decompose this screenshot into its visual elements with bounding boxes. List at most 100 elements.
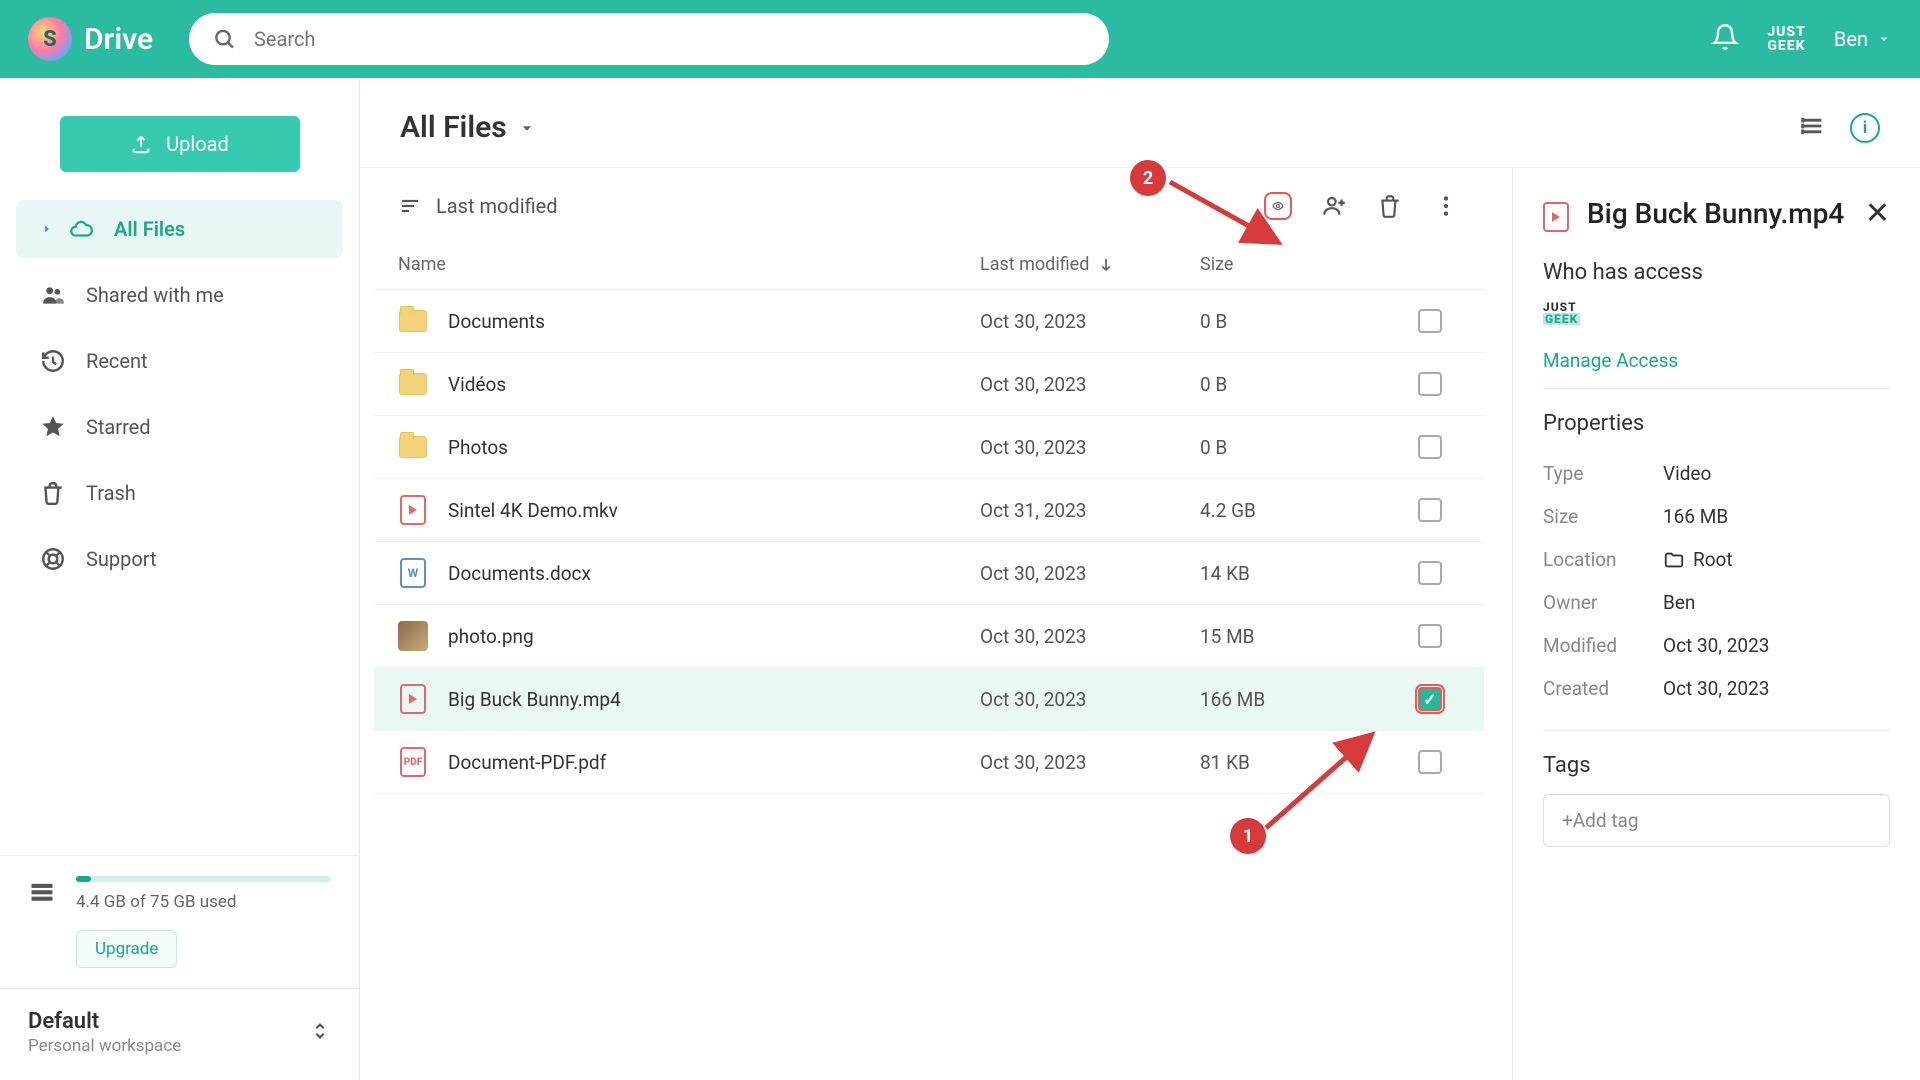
upload-button[interactable]: Upload	[60, 116, 300, 172]
folder-icon	[399, 310, 427, 332]
storage-section: 4.4 GB of 75 GB used Upgrade	[0, 855, 359, 988]
file-modified: Oct 30, 2023	[980, 310, 1200, 333]
manage-access-link[interactable]: Manage Access	[1543, 349, 1890, 372]
file-modified: Oct 30, 2023	[980, 688, 1200, 711]
file-size: 0 B	[1200, 310, 1400, 333]
notifications-button[interactable]	[1711, 23, 1739, 55]
close-button[interactable]: ✕	[1865, 196, 1890, 231]
breadcrumb[interactable]: All Files	[400, 110, 537, 145]
user-menu[interactable]: Ben	[1834, 27, 1892, 51]
breadcrumb-label: All Files	[400, 110, 507, 145]
nav-label: Shared with me	[86, 283, 224, 307]
view-list-button[interactable]	[1798, 112, 1826, 144]
star-icon	[40, 414, 66, 440]
video-icon	[400, 495, 426, 525]
file-name: Documents	[448, 310, 545, 333]
file-size: 0 B	[1200, 373, 1400, 396]
trash-icon	[40, 480, 66, 506]
delete-button[interactable]	[1376, 192, 1404, 220]
folder-icon	[1663, 549, 1685, 571]
file-modified: Oct 31, 2023	[980, 499, 1200, 522]
nav-recent[interactable]: Recent	[16, 332, 343, 390]
table-row[interactable]: Documents Oct 30, 20230 B	[374, 290, 1484, 353]
workspace-sub: Personal workspace	[28, 1036, 309, 1056]
row-checkbox[interactable]	[1418, 687, 1442, 711]
row-checkbox[interactable]	[1418, 309, 1442, 333]
lifebuoy-icon	[40, 546, 66, 572]
logo[interactable]: S Drive	[28, 17, 153, 61]
table-row[interactable]: Photos Oct 30, 20230 B	[374, 416, 1484, 479]
row-checkbox[interactable]	[1418, 561, 1442, 585]
file-size: 166 MB	[1200, 688, 1400, 711]
row-checkbox[interactable]	[1418, 624, 1442, 648]
search-input[interactable]	[254, 27, 1085, 51]
table-row[interactable]: PDFDocument-PDF.pdfOct 30, 202381 KB	[374, 731, 1484, 794]
prop-owner: Ben	[1663, 591, 1695, 614]
share-button[interactable]	[1320, 192, 1348, 220]
row-checkbox[interactable]	[1418, 750, 1442, 774]
table-row[interactable]: photo.pngOct 30, 202315 MB	[374, 605, 1484, 668]
prop-location[interactable]: Root	[1663, 548, 1733, 571]
col-size[interactable]: Size	[1200, 254, 1400, 275]
preview-button[interactable]	[1264, 192, 1292, 220]
file-size: 4.2 GB	[1200, 499, 1400, 522]
sort-button[interactable]: Last modified	[398, 194, 558, 218]
row-checkbox[interactable]	[1418, 435, 1442, 459]
nav-label: Starred	[86, 415, 151, 439]
details-title: Big Buck Bunny.mp4	[1587, 196, 1847, 231]
nav-trash[interactable]: Trash	[16, 464, 343, 522]
prop-created: Oct 30, 2023	[1663, 677, 1769, 700]
file-size: 14 KB	[1200, 562, 1400, 585]
file-name: Vidéos	[448, 373, 506, 396]
bell-icon	[1711, 23, 1739, 51]
table-row[interactable]: Sintel 4K Demo.mkv Oct 31, 20234.2 GB	[374, 479, 1484, 542]
brand-badge: JUST GEEK	[1767, 25, 1806, 53]
more-button[interactable]	[1432, 192, 1460, 220]
file-modified: Oct 30, 2023	[980, 436, 1200, 459]
more-vertical-icon	[1433, 193, 1459, 219]
add-tag-input[interactable]: +Add tag	[1543, 794, 1890, 847]
video-icon	[400, 684, 426, 714]
prop-modified: Oct 30, 2023	[1663, 634, 1769, 657]
details-panel: Big Buck Bunny.mp4 ✕ Who has access JUST…	[1512, 167, 1920, 1080]
file-name: Photos	[448, 436, 508, 459]
workspace-switcher[interactable]: Default Personal workspace	[0, 988, 359, 1080]
people-icon	[40, 282, 66, 308]
logo-icon: S	[28, 17, 72, 61]
nav-shared[interactable]: Shared with me	[16, 266, 343, 324]
search-box[interactable]	[189, 13, 1109, 65]
table-header: Name Last modified Size	[374, 240, 1484, 290]
file-size: 0 B	[1200, 436, 1400, 459]
table-row[interactable]: Big Buck Bunny.mp4Oct 30, 2023166 MB	[374, 668, 1484, 731]
nav-starred[interactable]: Starred	[16, 398, 343, 456]
nav-support[interactable]: Support	[16, 530, 343, 588]
access-avatar[interactable]: JUST GEEK	[1543, 301, 1580, 325]
brand-line-2: GEEK	[1767, 39, 1806, 53]
row-checkbox[interactable]	[1418, 498, 1442, 522]
word-icon: W	[400, 558, 426, 588]
search-icon	[213, 27, 236, 51]
upgrade-button[interactable]: Upgrade	[76, 930, 177, 968]
user-name: Ben	[1834, 27, 1868, 51]
list-view-icon	[1798, 112, 1826, 140]
workspace-name: Default	[28, 1009, 309, 1034]
trash-icon	[1377, 193, 1403, 219]
nav-label: Trash	[86, 481, 136, 505]
table-row[interactable]: WDocuments.docxOct 30, 202314 KB	[374, 542, 1484, 605]
person-add-icon	[1321, 193, 1347, 219]
file-rows: DocumentsOct 30, 20230 BVidéosOct 30, 20…	[374, 290, 1484, 794]
folder-icon	[399, 436, 427, 458]
file-size: 81 KB	[1200, 751, 1400, 774]
row-checkbox[interactable]	[1418, 372, 1442, 396]
chevron-right-icon	[40, 216, 54, 242]
chevron-updown-icon	[309, 1020, 331, 1046]
table-row[interactable]: VidéosOct 30, 20230 B	[374, 353, 1484, 416]
col-modified[interactable]: Last modified	[980, 254, 1200, 275]
nav-all-files[interactable]: All Files	[16, 200, 343, 258]
col-name[interactable]: Name	[398, 254, 980, 275]
arrow-down-icon	[1097, 256, 1115, 274]
info-button[interactable]: i	[1850, 113, 1880, 143]
storage-text: 4.4 GB of 75 GB used	[76, 892, 331, 912]
file-modified: Oct 30, 2023	[980, 562, 1200, 585]
file-name: Sintel 4K Demo.mkv	[448, 499, 618, 522]
